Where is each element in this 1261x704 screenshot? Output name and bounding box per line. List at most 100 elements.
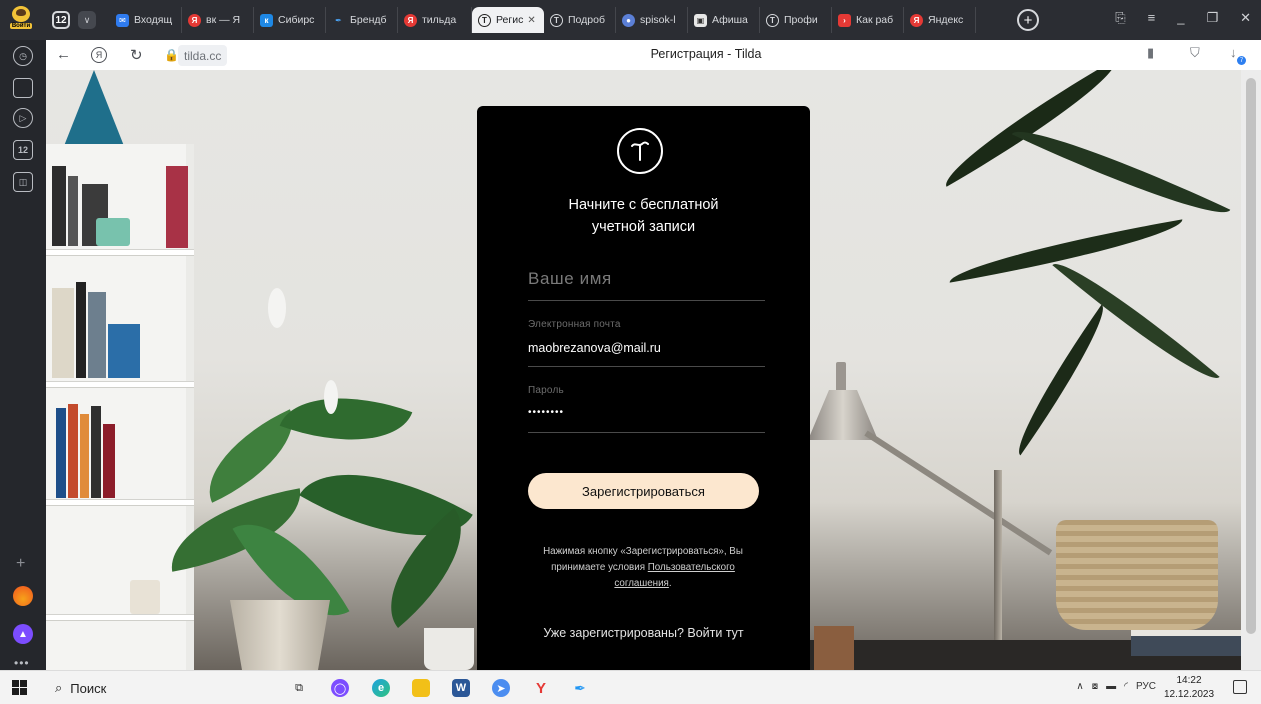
tab-afisha[interactable]: ▣ Афиша xyxy=(688,7,760,33)
taskbar-search-label: Поиск xyxy=(70,680,107,696)
page-scrollbar[interactable] xyxy=(1241,70,1261,670)
alice-assistant-icon[interactable]: ▲ xyxy=(13,624,33,644)
terms-notice: Нажимая кнопку «Зарегистрироваться», Вы … xyxy=(524,544,762,592)
vk-icon: к xyxy=(260,13,273,27)
password-field[interactable]: Пароль •••••••• xyxy=(528,385,765,433)
telegram-icon[interactable]: ➤ xyxy=(492,679,510,697)
tray-app-icon[interactable]: ⧇ xyxy=(1092,681,1098,692)
tilda-logo-glyph xyxy=(631,141,649,161)
clock-time: 14:22 xyxy=(1176,675,1202,686)
email-field[interactable]: Электронная почта maobrezanova@mail.ru xyxy=(528,319,765,367)
extensions-icon[interactable]: ⛉ xyxy=(1190,45,1200,61)
tab-list: ✉ Входящ Я вк — Я к Сибирс ✒ Брендб Я ти… xyxy=(110,7,976,33)
form-heading: Начните с бесплатной учетной записи xyxy=(517,194,770,238)
lock-icon: 🔒 xyxy=(164,48,179,62)
name-input[interactable]: Ваше имя xyxy=(528,269,765,301)
edge-icon[interactable]: e xyxy=(372,679,390,697)
globe-icon: ● xyxy=(622,13,635,27)
word-icon[interactable]: W xyxy=(452,679,470,697)
tab-tilda-search[interactable]: Я тильда xyxy=(398,7,472,33)
url-field[interactable]: tilda.cc xyxy=(178,45,228,66)
tab-siberia[interactable]: к Сибирс xyxy=(254,7,326,33)
add-panel-plus-icon[interactable]: + xyxy=(16,555,25,573)
tab-profile[interactable]: T Профи xyxy=(760,7,832,33)
tilda-icon: T xyxy=(478,13,491,27)
tab-details[interactable]: T Подроб xyxy=(544,7,616,33)
calendar-icon[interactable]: 12 xyxy=(13,140,33,160)
tab-label: spisok-l xyxy=(640,14,676,26)
page-title: Регистрация - Tilda xyxy=(650,47,762,61)
menu-icon[interactable]: ≡ xyxy=(1148,10,1156,26)
file-explorer-icon[interactable] xyxy=(412,679,430,697)
tab-label: Входящ xyxy=(134,14,173,26)
terms-suffix: . xyxy=(668,578,672,589)
back-arrow-icon[interactable]: ← xyxy=(56,46,71,63)
tab-spisok[interactable]: ● spisok-l xyxy=(616,7,688,33)
play-icon[interactable]: ▷ xyxy=(13,108,33,128)
battery-icon[interactable]: ▬ xyxy=(1106,681,1116,692)
clock-date: 12.12.2023 xyxy=(1163,689,1215,700)
register-button[interactable]: Зарегистрироваться xyxy=(528,473,759,509)
login-button[interactable]: Войти xyxy=(8,6,34,36)
browser-sidebar: ◷ ▷ 12 ◫ + ▲ ••• xyxy=(0,40,46,670)
system-clock[interactable]: 14:22 12.12.2023 xyxy=(1161,674,1217,702)
tab-label: Подроб xyxy=(568,14,605,26)
feather-app-icon[interactable]: ✒ xyxy=(571,679,589,697)
lily-flower-image xyxy=(268,288,286,328)
tab-label: Профи xyxy=(784,14,818,26)
tabs-dropdown-chevron-icon[interactable]: ∨ xyxy=(78,11,96,29)
more-dots-icon[interactable]: ••• xyxy=(14,656,30,670)
bookmark-icon[interactable]: ▮ xyxy=(1147,45,1154,61)
taskbar-search[interactable]: ⌕ Поиск xyxy=(55,680,106,696)
tab-label: Как раб xyxy=(856,14,894,26)
login-link[interactable]: Уже зарегистрированы? Войти тут xyxy=(517,626,770,640)
password-label: Пароль xyxy=(528,385,564,396)
user-avatar-icon xyxy=(12,6,30,22)
yandex-browser-icon[interactable]: Y xyxy=(532,679,550,697)
tab-label: Афиша xyxy=(712,14,748,26)
address-bar: ← Я ↻ 🔒 tilda.cc Регистрация - Tilda ▮ ⛉… xyxy=(46,40,1261,70)
reader-mode-icon[interactable]: ⎘ xyxy=(1115,10,1125,26)
tab-count-badge[interactable]: 12 xyxy=(52,11,70,29)
task-view-icon[interactable]: ⧉ xyxy=(290,679,308,697)
language-indicator[interactable]: РУС xyxy=(1136,681,1156,692)
new-tab-plus-icon[interactable]: + xyxy=(1017,9,1039,31)
collections-icon[interactable] xyxy=(13,78,33,98)
heading-line-1: Начните с бесплатной xyxy=(568,197,719,213)
restore-icon[interactable]: ❐ xyxy=(1206,10,1218,26)
arrow-icon: › xyxy=(838,13,851,27)
system-tray: ∧ ⧇ ▬ ◜ РУС xyxy=(1076,681,1156,692)
yandex-icon: Я xyxy=(404,13,417,27)
scrollbar-thumb[interactable] xyxy=(1246,78,1256,634)
downloads-icon[interactable]: ↓ xyxy=(1230,45,1237,60)
windows-start-icon[interactable] xyxy=(12,680,27,695)
tray-chevron-icon[interactable]: ∧ xyxy=(1076,681,1083,692)
tab-registration[interactable]: T Регис ✕ xyxy=(472,7,544,33)
email-value: maobrezanova@mail.ru xyxy=(528,341,661,355)
email-label: Электронная почта xyxy=(528,319,621,330)
reload-icon[interactable]: ↻ xyxy=(130,46,143,64)
alice-icon[interactable]: ◯ xyxy=(331,679,349,697)
yandex-home-icon[interactable]: Я xyxy=(91,47,107,63)
close-tab-icon[interactable]: ✕ xyxy=(527,15,535,26)
tab-vk[interactable]: Я вк — Я xyxy=(182,7,254,33)
history-clock-icon[interactable]: ◷ xyxy=(13,46,33,66)
decor-tree-image xyxy=(64,70,124,146)
close-window-icon[interactable]: ✕ xyxy=(1240,10,1251,26)
tab-brandbook[interactable]: ✒ Брендб xyxy=(326,7,398,33)
yandex-services-icon[interactable] xyxy=(13,586,33,606)
flower-pot-image xyxy=(230,600,330,670)
tab-inbox[interactable]: ✉ Входящ xyxy=(110,7,182,33)
tab-how-to[interactable]: › Как раб xyxy=(832,7,904,33)
minimize-icon[interactable]: _ xyxy=(1177,10,1184,26)
desk-books-image xyxy=(1131,630,1241,656)
url-text: tilda.cc xyxy=(184,48,222,63)
notifications-icon[interactable] xyxy=(1233,680,1247,694)
tab-yandex[interactable]: Я Яндекс xyxy=(904,7,976,33)
wifi-icon[interactable]: ◜ xyxy=(1124,681,1128,692)
screenshot-icon[interactable]: ◫ xyxy=(13,172,33,192)
registration-card: Начните с бесплатной учетной записи Ваше… xyxy=(477,106,810,670)
password-value: •••••••• xyxy=(528,407,565,418)
name-placeholder: Ваше имя xyxy=(528,269,612,288)
yandex-icon: Я xyxy=(910,13,923,27)
